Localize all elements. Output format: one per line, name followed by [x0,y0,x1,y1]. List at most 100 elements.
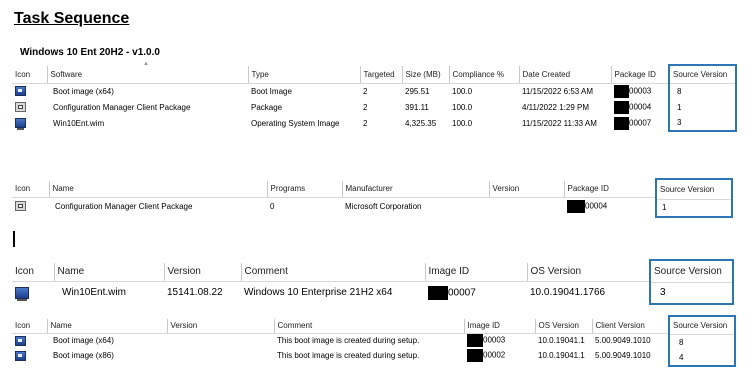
column-header-source-version[interactable]: Source Version [669,65,736,84]
column-header-comment[interactable]: Comment [273,319,464,334]
column-header-source-version[interactable]: Source Version [650,260,733,283]
type-cell: Boot Image [251,86,292,96]
table-row[interactable]: Win10Ent.wim Operating System Image 2 4,… [12,115,668,131]
column-header-os-version[interactable]: OS Version [534,319,592,334]
image-id-cell: 00002 [483,350,506,360]
source-version-highlight: Source Version 8 4 [668,315,736,367]
boot-image-icon [15,350,26,361]
version-cell [167,348,274,363]
os-version-cell: 10.0.19041.1 [538,336,585,346]
column-header-image-id[interactable]: Image ID [424,263,527,282]
redaction-block [467,334,483,348]
table-row[interactable]: Configuration Manager Client Package Pac… [12,99,668,115]
compliance-cell: 100.0 [452,86,473,96]
page-title: Task Sequence [14,10,130,27]
column-header-package-id[interactable]: Package ID [610,66,668,84]
manufacturer-cell: Microsoft Corporation [345,201,422,211]
name-cell: Win10Ent.wim [62,287,126,299]
redaction-block [567,199,585,213]
column-header-comment[interactable]: Comment [240,263,425,282]
column-header-type[interactable]: Type [247,66,360,84]
date-created-cell: 4/11/2022 1:29 PM [522,102,590,112]
version-cell [167,333,274,348]
source-version-cell: 1 [677,102,682,112]
targeted-cell: 2 [363,118,368,128]
column-header-client-version[interactable]: Client Version [591,319,668,334]
column-header-image-id[interactable]: Image ID [463,319,535,334]
column-header-icon[interactable]: Icon [12,319,47,334]
text-cursor [13,231,15,247]
table-row[interactable]: Boot image (x64) This boot image is crea… [12,333,668,348]
column-header-date-created[interactable]: Date Created [518,66,611,84]
size-cell: 4,325.35 [405,118,437,128]
os-image-icon [15,286,29,301]
boot-image-icon [15,335,26,346]
column-header-software[interactable]: Software [46,66,248,84]
column-header-compliance[interactable]: Compliance % [448,66,519,84]
targeted-cell: 2 [363,86,368,96]
image-id-cell: 00003 [483,335,506,345]
column-header-version[interactable]: Version [163,263,241,282]
column-header-package-id[interactable]: Package ID [563,181,655,198]
software-table: Icon Software Type Targeted Size (MB) Co… [12,66,668,131]
column-header-targeted[interactable]: Targeted [359,66,402,84]
boot-image-icon [15,86,26,97]
column-header-source-version[interactable]: Source Version [656,179,732,200]
software-cell: Win10Ent.wim [53,118,105,128]
column-header-name[interactable]: Name [53,263,164,282]
client-version-cell: 5.00.9049.1010 [595,336,651,346]
source-version-highlight: Source Version 3 [649,259,734,305]
table-row[interactable]: Configuration Manager Client Package 0 M… [12,197,655,215]
column-header-size[interactable]: Size (MB) [401,66,449,84]
package-id-cell: 00007 [629,118,652,128]
compliance-cell: 100.0 [452,118,473,128]
software-cell: Configuration Manager Client Package [53,102,191,112]
source-version-cell: 1 [662,203,667,213]
source-version-highlight: Source Version 1 [655,178,733,218]
comment-cell: This boot image is created during setup. [277,351,420,360]
column-header-icon[interactable]: Icon [12,263,54,282]
version-cell [489,197,564,215]
name-cell: Boot image (x86) [53,351,114,360]
column-header-source-version[interactable]: Source Version [669,316,735,335]
column-header-icon[interactable]: Icon [12,181,49,198]
column-header-icon[interactable]: Icon [12,66,47,84]
redaction-block [614,100,629,114]
package-id-cell: 00004 [629,102,652,112]
size-cell: 295.51 [405,86,430,96]
package-icon [15,201,26,212]
package-id-cell: 00004 [585,201,608,211]
package-id-cell: 00003 [629,86,652,96]
os-version-cell: 10.0.19041.1 [538,351,585,360]
column-header-name[interactable]: Name [48,181,267,198]
software-cell: Boot image (x64) [53,86,114,96]
column-header-programs[interactable]: Programs [266,181,342,198]
client-version-cell: 5.00.9049.1010 [595,351,651,360]
column-header-os-version[interactable]: OS Version [526,263,649,282]
table-row[interactable]: Win10Ent.wim 15141.08.22 Windows 10 Ente… [12,281,649,304]
column-header-version[interactable]: Version [488,181,564,198]
source-version-cell: 8 [679,337,684,347]
redaction-block [467,349,483,362]
table-row[interactable]: Boot image (x86) This boot image is crea… [12,348,668,363]
redaction-block [614,84,629,98]
image-id-cell: 00007 [448,287,476,299]
source-version-cell: 3 [677,118,682,127]
source-version-cell: 3 [660,287,666,299]
column-header-name[interactable]: Name [46,319,167,334]
comment-cell: Windows 10 Enterprise 21H2 x64 [244,287,393,299]
comment-cell: This boot image is created during setup. [277,336,420,346]
task-sequence-name: Windows 10 Ent 20H2 - v1.0.0 [20,47,160,58]
table-row[interactable]: Boot image (x64) Boot Image 2 295.51 100… [12,83,668,99]
date-created-cell: 11/15/2022 6:53 AM [522,86,594,96]
os-image-table: Icon Name Version Comment Image ID OS Ve… [12,263,649,304]
name-cell: Configuration Manager Client Package [55,201,193,211]
column-header-manufacturer[interactable]: Manufacturer [341,181,489,198]
type-cell: Operating System Image [251,118,340,128]
package-icon [15,102,26,112]
compliance-cell: 100.0 [452,102,473,112]
column-header-version[interactable]: Version [166,319,274,334]
redaction-block [428,285,448,300]
source-version-highlight: Source Version 8 1 3 [668,64,737,132]
source-version-cell: 8 [677,86,682,96]
